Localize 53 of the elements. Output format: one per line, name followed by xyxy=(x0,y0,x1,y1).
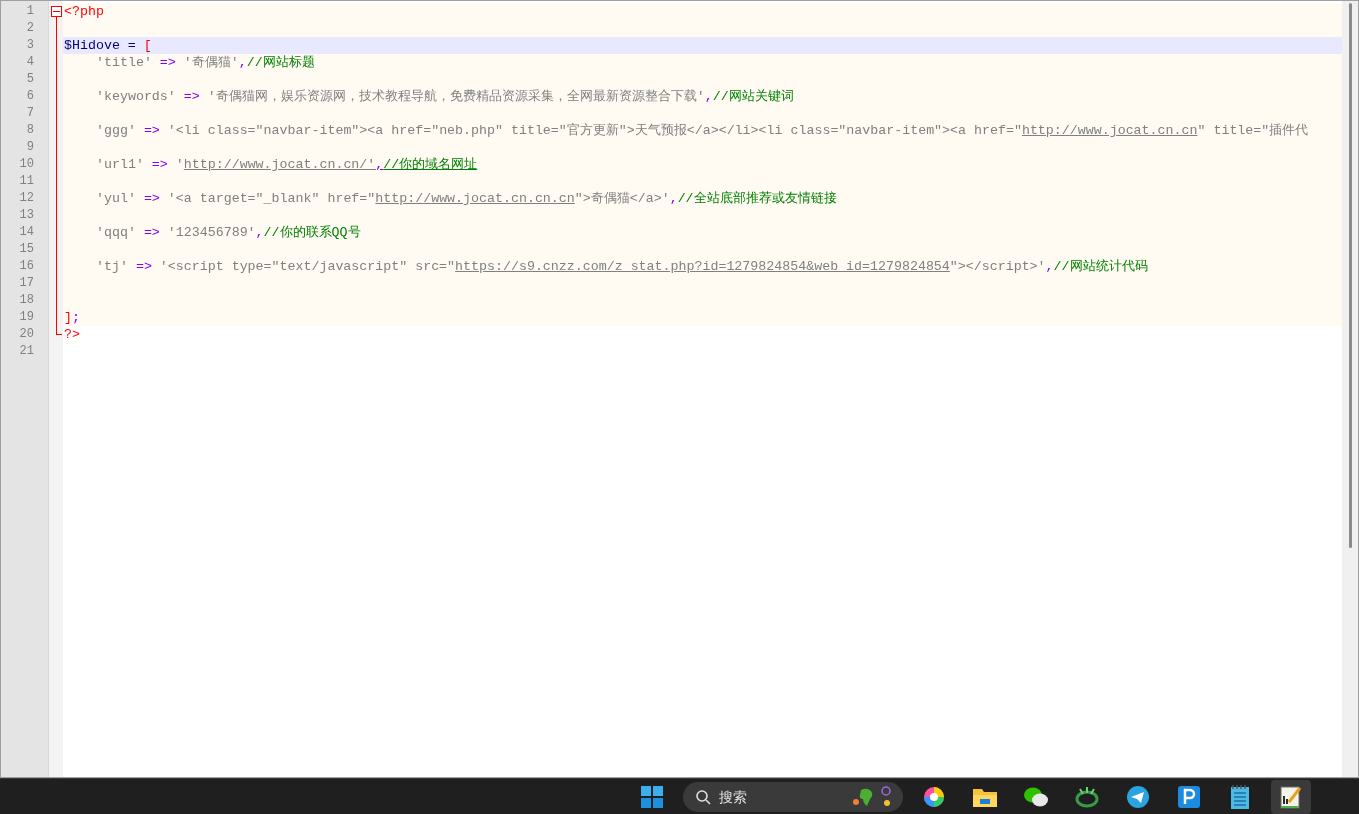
line-number: 3 xyxy=(26,37,34,54)
fold-toggle-icon[interactable] xyxy=(51,6,62,17)
code-line: 'yul' => '<a target="_blank" href="http://www.jocat.cn.cn.cn">奇偶猫</a>',//全站底部推荐或友情链接 xyxy=(96,190,837,207)
globe-decoration-icon xyxy=(851,784,893,809)
line-number: 1 xyxy=(26,3,34,20)
code-line: 'title' => '奇偶猫',//网站标题 xyxy=(96,54,315,71)
line-number: 4 xyxy=(26,54,34,71)
line-number: 6 xyxy=(26,88,34,105)
line-number: 16 xyxy=(19,258,34,275)
line-number: 13 xyxy=(19,207,34,224)
line-number: 18 xyxy=(19,292,34,309)
code-line: ]; xyxy=(64,309,80,326)
scrollbar-thumb[interactable] xyxy=(1348,3,1352,548)
code-line: 'url1' => 'http://www.jocat.cn.cn/',//你的域名网址 xyxy=(96,156,478,173)
line-number: 21 xyxy=(19,343,34,360)
code-line: $Hidove = [ xyxy=(64,37,152,54)
line-number: 8 xyxy=(26,122,34,139)
line-number: 12 xyxy=(19,190,34,207)
line-number: 15 xyxy=(19,241,34,258)
line-number: 5 xyxy=(26,71,34,88)
taskbar-app-button[interactable] xyxy=(1271,779,1311,814)
text-editor-icon[interactable] xyxy=(1279,783,1303,810)
underlined-text: http://www.jocat.cn.cn.cn xyxy=(375,191,575,206)
code-line: 'ggg' => '<li class="navbar-item"><a href="neb.php" title="官方更新">天气预报</a></li><li class="navbar-item"><a href="http://www.jocat.cn.cn" title="插件代 xyxy=(96,122,1309,139)
underlined-text: https://s9.cnzz.com/z_stat.php?id=1279824854&web_id=1279824854 xyxy=(455,259,950,274)
line-number: 17 xyxy=(19,275,34,292)
color-wheel-icon[interactable] xyxy=(922,784,946,809)
underlined-text: , xyxy=(375,157,384,172)
line-number: 7 xyxy=(26,105,34,122)
paper-plane-icon[interactable] xyxy=(1126,784,1150,809)
code-line: 'tj' => '<script type="text/javascript" src="https://s9.cnzz.com/z_stat.php?id=1279824854&web_id=1279824854"></script>',//网站统计代码 xyxy=(96,258,1148,275)
underlined-text: http://www.jocat.cn.cn xyxy=(1021,123,1198,138)
line-number: 14 xyxy=(19,224,34,241)
p-app-icon[interactable] xyxy=(1177,784,1201,809)
underlined-text: http://www.jocat.cn.cn/' xyxy=(183,157,376,172)
code-line: 'qqq' => '123456789',//你的联系QQ号 xyxy=(96,224,361,241)
windows-start-icon[interactable] xyxy=(640,784,664,809)
line-number: 20 xyxy=(19,326,34,343)
notepad-icon[interactable] xyxy=(1229,783,1251,810)
fold-end-marker xyxy=(56,326,62,335)
line-number: 9 xyxy=(26,139,34,156)
line-number: 2 xyxy=(26,20,34,37)
search-field[interactable]: 搜索 xyxy=(683,781,903,812)
crown-ring-icon[interactable] xyxy=(1074,784,1100,809)
line-number: 10 xyxy=(19,156,34,173)
code-line: 'keywords' => '奇偶猫网，娱乐资源网，技术教程导航，免费精品资源采集，全网最新资源整合下载',//网站关键词 xyxy=(96,88,794,105)
line-number: 19 xyxy=(19,309,34,326)
code-line: <?php xyxy=(64,3,104,20)
vertical-scrollbar[interactable] xyxy=(1342,1,1358,777)
underlined-text: //你的域名网址 xyxy=(383,157,478,172)
line-number: 11 xyxy=(19,173,34,190)
search-icon xyxy=(695,788,711,805)
code-line: ?> xyxy=(64,326,80,343)
